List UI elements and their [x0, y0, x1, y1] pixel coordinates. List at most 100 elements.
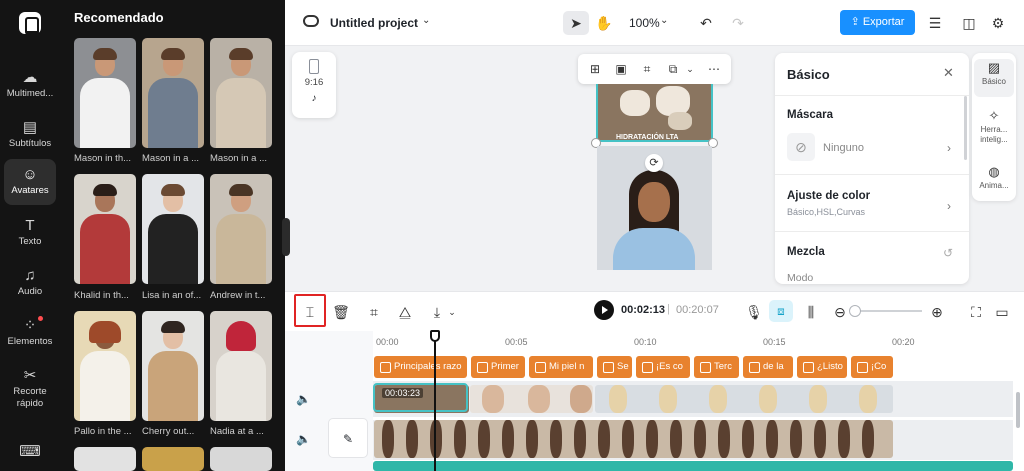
rail-item-avatars[interactable]: ☺ Avatares — [4, 159, 56, 205]
caption-clip[interactable]: ¡Co — [851, 356, 893, 378]
phone-icon — [309, 59, 319, 74]
chevron-down-icon[interactable]: ⌄ — [442, 302, 462, 322]
more-icon[interactable]: ⋯ — [706, 61, 722, 77]
split-clip-icon[interactable]: ⫼ — [801, 302, 821, 322]
avatar-thumb[interactable] — [74, 174, 136, 284]
chevron-right-icon[interactable]: › — [947, 199, 951, 213]
tab-smart-tools[interactable]: ✧ Herra... intelig... — [974, 107, 1014, 151]
avatar-thumb[interactable] — [142, 174, 204, 284]
avatar-thumb[interactable] — [210, 311, 272, 421]
zoom-level[interactable]: 100% — [629, 16, 660, 30]
avatar-thumb[interactable] — [74, 311, 136, 421]
app-logo-icon[interactable] — [19, 12, 41, 35]
caption-clip[interactable]: Mi piel n — [529, 356, 593, 378]
close-icon[interactable]: ✕ — [943, 65, 954, 81]
rail-item-elements[interactable]: ⁘ Elementos — [4, 310, 56, 356]
video-clip[interactable] — [470, 385, 593, 413]
crop-icon[interactable]: ⌗ — [364, 302, 384, 322]
timeline-zoom-knob[interactable] — [849, 305, 861, 317]
avatar-clip[interactable] — [374, 420, 893, 458]
caption-clip[interactable]: de la — [743, 356, 793, 378]
crop-icon[interactable]: ⌗ — [639, 61, 655, 77]
avatar-thumb[interactable] — [142, 38, 204, 148]
speaker-icon[interactable]: 🔈 — [296, 392, 311, 406]
caption-clip[interactable]: ¡Es co — [636, 356, 690, 378]
rail-item-quick-cut[interactable]: ✂ Recorte rápido — [4, 360, 56, 412]
playhead-handle[interactable] — [430, 330, 440, 342]
avatar-thumb[interactable] — [74, 447, 136, 471]
split-button-highlight[interactable] — [294, 294, 326, 327]
project-title[interactable]: Untitled project — [330, 16, 418, 30]
tab-animation[interactable]: ◍ Anima... — [974, 163, 1014, 197]
gear-icon[interactable]: ⚙ — [985, 11, 1011, 35]
select-tool-button[interactable]: ➤ — [563, 11, 589, 35]
rail-item-keyboard[interactable]: ⌨ — [4, 436, 56, 466]
timeline-zoom-slider[interactable] — [856, 310, 922, 312]
property-tabs: ▨ Básico ✧ Herra... intelig... ◍ Anima..… — [972, 53, 1016, 201]
cloud-icon — [303, 15, 319, 27]
chevron-right-icon[interactable]: › — [947, 141, 951, 155]
speaker-icon[interactable]: 🔈 — [296, 432, 311, 446]
avatar-caption: Cherry out... — [142, 426, 195, 437]
avatar-caption: Lisa in an of... — [142, 290, 202, 301]
fit-timeline-icon[interactable]: ⛶ — [966, 302, 986, 322]
color-adjust-title[interactable]: Ajuste de color — [787, 190, 870, 202]
comment-icon[interactable]: ▭ — [992, 302, 1012, 322]
microphone-icon[interactable]: 🎙 — [744, 302, 764, 322]
playhead[interactable] — [434, 332, 436, 471]
avatar-thumb[interactable] — [210, 38, 272, 148]
avatar-thumb[interactable] — [210, 447, 272, 471]
caption-clip[interactable]: ¿Listo — [797, 356, 847, 378]
caption-clip[interactable]: Terc — [694, 356, 739, 378]
reset-icon[interactable]: ↺ — [943, 246, 953, 260]
rail-item-media[interactable]: ☁ Multimed... — [4, 62, 56, 108]
zoom-in-icon[interactable]: ⊕ — [927, 302, 947, 322]
mask-value[interactable]: Ninguno — [823, 142, 864, 154]
ruler-tick: 00:15 — [763, 337, 786, 347]
caption-clip[interactable]: Principales razo — [374, 356, 467, 378]
rotate-icon[interactable]: ⟳ — [645, 154, 663, 172]
blend-mode-label: Modo — [787, 272, 814, 284]
aspect-ratio-label: 9:16 — [304, 77, 324, 88]
caption-clip[interactable]: Primer — [471, 356, 525, 378]
timeline-scrollbar[interactable] — [1016, 392, 1020, 428]
rail-item-subtitles[interactable]: ▤ Subtítulos — [4, 112, 56, 158]
undo-button[interactable]: ↶ — [693, 11, 719, 35]
layout-icon[interactable]: ◫ — [956, 11, 982, 35]
properties-scrollbar[interactable] — [964, 96, 967, 160]
chevron-down-icon[interactable]: ⌄ — [682, 61, 698, 77]
product-video-layer[interactable]: HIDRATACIÓN LTA — [596, 84, 713, 142]
caption-clip[interactable]: Se — [597, 356, 632, 378]
avatar-caption: Mason in a ... — [142, 153, 200, 164]
chevron-down-icon[interactable]: ⌄ — [422, 15, 430, 26]
format-card[interactable]: 9:16 ♪ — [292, 52, 336, 118]
elements-icon: ⁘ — [23, 317, 37, 334]
subtitles-icon: ▤ — [22, 119, 38, 136]
avatar-thumb[interactable] — [142, 447, 204, 471]
replace-icon[interactable]: ⧉ — [665, 61, 681, 77]
divider — [775, 231, 969, 232]
flip-icon[interactable]: ⧋ — [395, 302, 415, 322]
panel-collapse-handle[interactable] — [282, 218, 290, 256]
export-button[interactable]: ⇪ Exportar — [840, 10, 915, 35]
avatar-thumb[interactable] — [210, 174, 272, 284]
avatar-thumb[interactable] — [74, 38, 136, 148]
hand-tool-button[interactable]: ✋ — [591, 11, 617, 35]
video-clip[interactable] — [595, 385, 893, 413]
layers-icon[interactable]: ☰ — [922, 11, 948, 35]
zoom-out-icon[interactable]: ⊖ — [830, 302, 850, 322]
audio-track[interactable] — [373, 461, 1013, 471]
mask-none-icon[interactable]: ⊘ — [787, 133, 815, 161]
edit-pencil-icon[interactable]: ✎ — [328, 418, 368, 458]
delete-icon[interactable]: 🗑 — [331, 302, 351, 322]
rail-item-audio[interactable]: ♫ Audio — [4, 260, 56, 306]
tab-basic[interactable]: ▨ Básico — [974, 59, 1014, 97]
redo-button[interactable]: ↷ — [725, 11, 751, 35]
add-image-icon[interactable]: ⊞ — [587, 61, 603, 77]
magnet-snap-icon[interactable]: ⧈ — [769, 300, 793, 322]
fit-frame-icon[interactable]: ▣ — [613, 61, 629, 77]
avatar-thumb[interactable] — [142, 311, 204, 421]
rail-item-text[interactable]: T Texto — [4, 210, 56, 256]
play-button[interactable] — [594, 300, 614, 320]
chevron-down-icon[interactable]: ⌄ — [660, 15, 668, 26]
